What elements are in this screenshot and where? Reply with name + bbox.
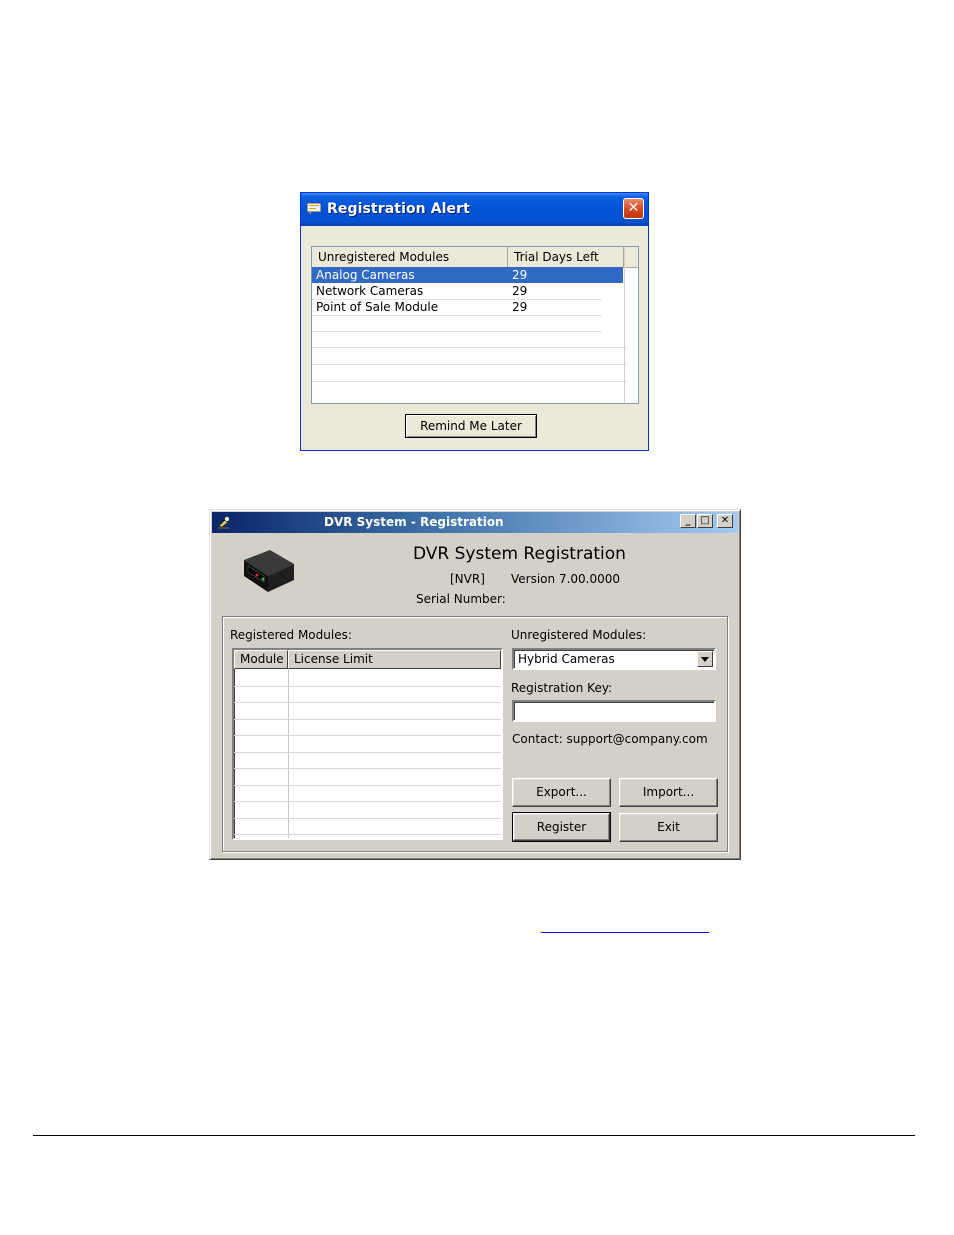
trial-days: 29	[512, 268, 528, 282]
exit-button[interactable]: Exit	[619, 813, 718, 842]
unregistered-modules-label: Unregistered Modules:	[511, 628, 647, 642]
dropdown-selected-value: Hybrid Cameras	[518, 652, 615, 666]
registered-grid-header: Module License Limit	[234, 650, 501, 669]
alert-titlebar[interactable]: Registration Alert ✕	[301, 193, 648, 226]
grid-line	[312, 315, 602, 316]
grid-line	[312, 331, 602, 332]
module-name: Point of Sale Module	[316, 300, 439, 314]
version-label: Version 7.00.0000	[511, 572, 621, 586]
remind-me-later-button[interactable]: Remind Me Later	[405, 414, 537, 438]
dvr-window-title: DVR System - Registration	[324, 515, 504, 529]
import-button[interactable]: Import...	[619, 778, 718, 807]
contact-text: Contact: support@company.com	[512, 732, 708, 746]
unregistered-modules-list[interactable]: Unregistered Modules Trial Days Left Ana…	[311, 246, 639, 404]
export-button[interactable]: Export...	[512, 778, 611, 807]
dvr-registration-window: DVR System - Registration _ □ ✕ DVR Syst…	[209, 509, 741, 860]
trial-days: 29	[512, 300, 528, 314]
grid-line	[234, 834, 501, 835]
list-item[interactable]: Network Cameras 29	[312, 283, 623, 299]
module-name: Analog Cameras	[316, 268, 415, 282]
system-type: [NVR]	[450, 572, 485, 586]
register-button[interactable]: Register	[512, 812, 611, 842]
grid-line	[312, 347, 628, 348]
chevron-down-icon[interactable]	[697, 651, 713, 667]
column-header-license-limit[interactable]: License Limit	[288, 650, 501, 669]
alert-close-button[interactable]: ✕	[623, 198, 644, 219]
maximize-button[interactable]: □	[697, 514, 713, 528]
list-item[interactable]: Analog Cameras 29	[312, 267, 623, 283]
alert-list-header: Unregistered Modules Trial Days Left	[312, 247, 638, 268]
unregistered-modules-dropdown[interactable]: Hybrid Cameras	[512, 648, 716, 670]
grid-column-divider	[288, 669, 289, 838]
registered-modules-label: Registered Modules:	[230, 628, 352, 642]
column-header-unregistered-modules[interactable]: Unregistered Modules	[312, 247, 508, 267]
list-item[interactable]: Point of Sale Module 29	[312, 299, 623, 315]
registration-key-input[interactable]	[512, 700, 716, 722]
dvr-titlebar[interactable]: DVR System - Registration _ □ ✕	[212, 512, 738, 533]
grid-line	[234, 686, 501, 687]
grid-line	[312, 381, 628, 382]
link-underline[interactable]	[541, 932, 709, 933]
column-header-module[interactable]: Module	[234, 650, 288, 669]
footer-divider	[33, 1135, 915, 1136]
module-name: Network Cameras	[316, 284, 424, 298]
grid-line	[312, 299, 602, 300]
grid-line	[234, 752, 501, 753]
registered-modules-grid[interactable]: Module License Limit	[232, 648, 503, 840]
page-title: DVR System Registration	[413, 544, 626, 564]
dvr-device-icon	[244, 550, 294, 592]
close-button[interactable]: ✕	[717, 514, 733, 528]
column-header-trial-days-left[interactable]: Trial Days Left	[508, 247, 624, 267]
grid-line	[234, 785, 501, 786]
grid-line	[234, 702, 501, 703]
grid-line	[234, 768, 501, 769]
minimize-button[interactable]: _	[680, 514, 696, 528]
registration-key-label: Registration Key:	[511, 681, 613, 695]
list-right-divider	[624, 247, 625, 403]
alert-title: Registration Alert	[327, 201, 470, 217]
registration-alert-window: Registration Alert ✕ Unregistered Module…	[300, 192, 649, 451]
grid-line	[234, 801, 501, 802]
grid-line	[234, 735, 501, 736]
app-icon	[218, 516, 230, 529]
trial-days: 29	[512, 284, 528, 298]
serial-number-label: Serial Number:	[416, 592, 506, 606]
message-icon	[306, 202, 322, 216]
grid-line	[234, 818, 501, 819]
grid-line	[234, 719, 501, 720]
grid-line	[312, 364, 628, 365]
